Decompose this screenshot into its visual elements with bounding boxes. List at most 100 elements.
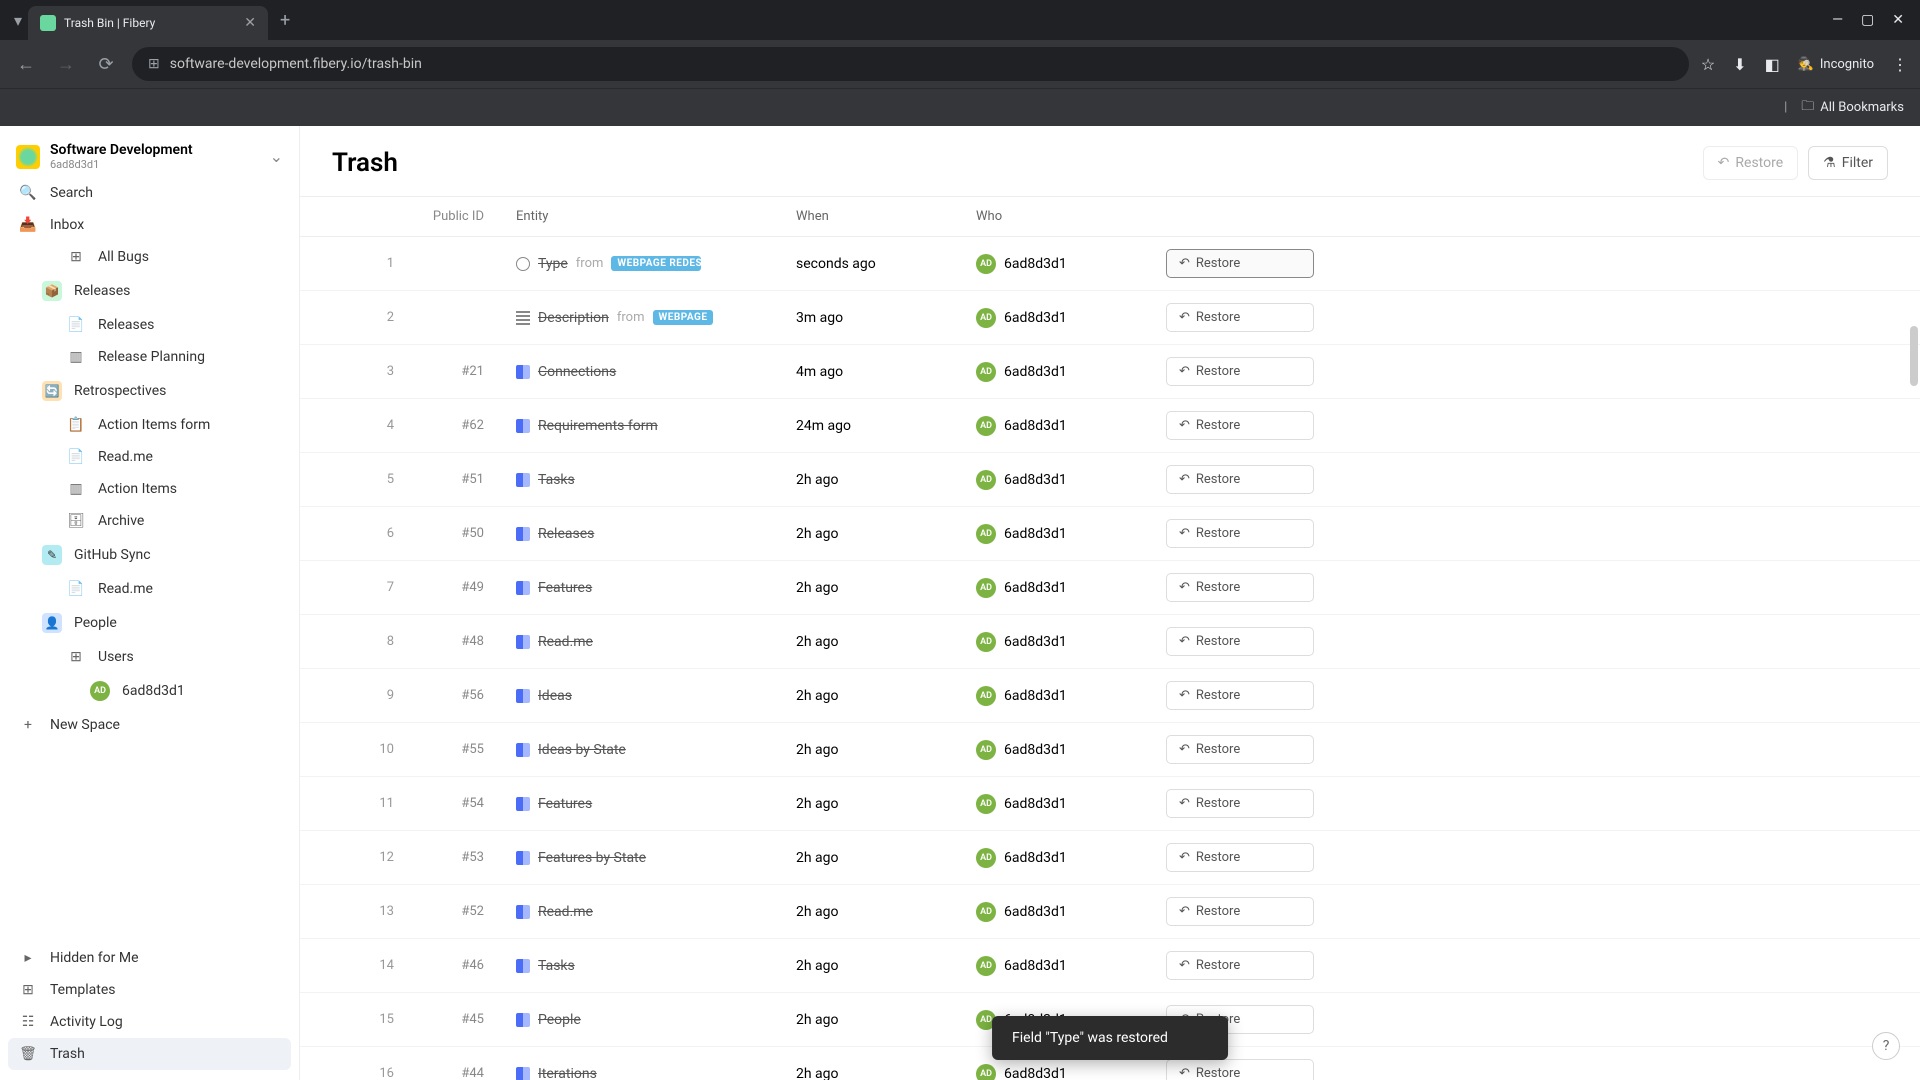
table-row[interactable]: 7 #49 Features 2h ago AD 6ad8d3d1 ↶ Rest… — [300, 561, 1920, 615]
restore-row-button[interactable]: ↶ Restore — [1166, 303, 1314, 332]
entity-type-icon — [516, 419, 530, 433]
sidebar-item-read.me[interactable]: 📄Read.me — [8, 573, 291, 605]
restore-row-button[interactable]: ↶ Restore — [1166, 627, 1314, 656]
restore-row-button[interactable]: ↶ Restore — [1166, 465, 1314, 494]
sidebar-item-read.me[interactable]: 📄Read.me — [8, 441, 291, 473]
col-public-id[interactable]: Public ID — [410, 197, 500, 236]
table-row[interactable]: 4 #62 Requirements form 24m ago AD 6ad8d… — [300, 399, 1920, 453]
tab-close-icon[interactable]: ✕ — [244, 15, 256, 31]
table-row[interactable]: 13 #52 Read.me 2h ago AD 6ad8d3d1 ↶ Rest… — [300, 885, 1920, 939]
sidebar-item-github-sync[interactable]: ✎GitHub Sync — [8, 537, 291, 573]
help-button[interactable]: ? — [1872, 1032, 1900, 1060]
restore-row-button[interactable]: ↶ Restore — [1166, 897, 1314, 926]
col-when[interactable]: When — [780, 197, 960, 236]
filter-button[interactable]: ⚗ Filter — [1808, 146, 1888, 180]
sidebar-templates[interactable]: ⊞ Templates — [8, 974, 291, 1006]
table-row[interactable]: 6 #50 Releases 2h ago AD 6ad8d3d1 ↶ Rest… — [300, 507, 1920, 561]
sidebar-hidden[interactable]: ▸ Hidden for Me — [8, 942, 291, 974]
sidebar-item-action-items[interactable]: ▥Action Items — [8, 473, 291, 505]
entity-type-icon — [516, 689, 530, 703]
minimize-icon[interactable]: — — [1832, 12, 1843, 28]
row-when: 3m ago — [780, 298, 960, 338]
sidebar-item-archive[interactable]: 🗄Archive — [8, 505, 291, 537]
entity-type-icon — [516, 635, 530, 649]
browser-tab[interactable]: Trash Bin | Fibery ✕ — [28, 6, 268, 40]
row-public-id: #49 — [410, 568, 500, 607]
sidebar-trash[interactable]: 🗑 Trash — [8, 1038, 291, 1070]
browser-menu-icon[interactable]: ⋮ — [1892, 55, 1908, 74]
table-row[interactable]: 12 #53 Features by State 2h ago AD 6ad8d… — [300, 831, 1920, 885]
restore-row-button[interactable]: ↶ Restore — [1166, 681, 1314, 710]
sidebar-item-6ad8d3d1[interactable]: AD6ad8d3d1 — [8, 673, 291, 709]
table-row[interactable]: 11 #54 Features 2h ago AD 6ad8d3d1 ↶ Res… — [300, 777, 1920, 831]
address-bar[interactable]: ⊞ software-development.fibery.io/trash-b… — [132, 47, 1689, 81]
row-public-id: #46 — [410, 946, 500, 985]
restore-row-button[interactable]: ↶ Restore — [1166, 249, 1314, 278]
chevron-down-icon[interactable]: ⌄ — [270, 147, 283, 166]
folder-icon: 🗀 — [1801, 97, 1814, 119]
restore-row-button[interactable]: ↶ Restore — [1166, 735, 1314, 764]
site-info-icon[interactable]: ⊞ — [148, 56, 160, 72]
table-row[interactable]: 2 Description from WEBPAGE 3m ago AD 6ad… — [300, 291, 1920, 345]
restore-row-button[interactable]: ↶ Restore — [1166, 843, 1314, 872]
maximize-icon[interactable]: ▢ — [1861, 12, 1874, 28]
restore-header-button[interactable]: ↶ Restore — [1703, 146, 1798, 180]
table-row[interactable]: 14 #46 Tasks 2h ago AD 6ad8d3d1 ↶ Restor… — [300, 939, 1920, 993]
all-bookmarks-button[interactable]: 🗀 All Bookmarks — [1801, 97, 1904, 119]
reload-button[interactable]: ⟳ — [92, 54, 120, 75]
restore-row-button[interactable]: ↶ Restore — [1166, 411, 1314, 440]
sidebar-item-people[interactable]: 👤People — [8, 605, 291, 641]
sidebar-new-space[interactable]: + New Space — [8, 709, 291, 741]
sidebar-search[interactable]: 🔍 Search — [8, 177, 291, 209]
workspace-switcher[interactable]: Software Development 6ad8d3d1 ⌄ — [8, 136, 291, 177]
restore-row-button[interactable]: ↶ Restore — [1166, 1059, 1314, 1080]
sidebar-item-release-planning[interactable]: ▥Release Planning — [8, 341, 291, 373]
downloads-icon[interactable]: ⬇ — [1733, 55, 1746, 74]
sidebar-item-releases[interactable]: 📄Releases — [8, 309, 291, 341]
restore-row-button[interactable]: ↶ Restore — [1166, 519, 1314, 548]
sidebar-item-users[interactable]: ⊞Users — [8, 641, 291, 673]
tab-search-dropdown[interactable]: ▾ — [8, 5, 28, 36]
form-icon: 📋 — [66, 417, 86, 433]
restore-row-button[interactable]: ↶ Restore — [1166, 951, 1314, 980]
table-row[interactable]: 8 #48 Read.me 2h ago AD 6ad8d3d1 ↶ Resto… — [300, 615, 1920, 669]
scrollbar[interactable] — [1910, 326, 1918, 826]
back-button[interactable]: ← — [12, 54, 40, 75]
sidebar-item-retrospectives[interactable]: 🔄Retrospectives — [8, 373, 291, 409]
new-tab-button[interactable]: + — [268, 4, 302, 37]
table-row[interactable]: 9 #56 Ideas 2h ago AD 6ad8d3d1 ↶ Restore — [300, 669, 1920, 723]
table-row[interactable]: 3 #21 Connections 4m ago AD 6ad8d3d1 ↶ R… — [300, 345, 1920, 399]
row-index: 9 — [360, 676, 410, 715]
user-name: 6ad8d3d1 — [1004, 418, 1067, 434]
row-public-id: #56 — [410, 676, 500, 715]
sidebar-item-releases[interactable]: 📦Releases — [8, 273, 291, 309]
row-when: 2h ago — [780, 676, 960, 716]
entity-type-icon — [516, 1013, 530, 1027]
entity-type-icon — [516, 905, 530, 919]
restore-row-button[interactable]: ↶ Restore — [1166, 573, 1314, 602]
table-row[interactable]: 10 #55 Ideas by State 2h ago AD 6ad8d3d1… — [300, 723, 1920, 777]
restore-row-button[interactable]: ↶ Restore — [1166, 357, 1314, 386]
archive-icon: 🗄 — [66, 513, 86, 529]
sidebar-activity-log[interactable]: ☷ Activity Log — [8, 1006, 291, 1038]
table-row[interactable]: 5 #51 Tasks 2h ago AD 6ad8d3d1 ↶ Restore — [300, 453, 1920, 507]
workspace-id: 6ad8d3d1 — [50, 158, 260, 171]
incognito-badge[interactable]: 🕵 Incognito — [1798, 57, 1874, 72]
row-public-id: #62 — [410, 406, 500, 445]
close-window-icon[interactable]: ✕ — [1892, 12, 1904, 28]
col-who[interactable]: Who — [960, 197, 1150, 236]
sidebar-inbox[interactable]: 📥 Inbox — [8, 209, 291, 241]
panel-icon[interactable]: ◧ — [1765, 55, 1780, 74]
restore-icon: ↶ — [1179, 310, 1190, 325]
scrollbar-thumb[interactable] — [1910, 326, 1918, 386]
entity-type-icon — [516, 797, 530, 811]
sidebar-item-all-bugs[interactable]: ⊞All Bugs — [8, 241, 291, 273]
restore-icon: ↶ — [1179, 526, 1190, 541]
col-entity[interactable]: Entity — [500, 197, 780, 236]
table-row[interactable]: 1 Type from WEBPAGE REDES seconds ago AD… — [300, 237, 1920, 291]
entity-name: Releases — [538, 526, 594, 542]
sidebar-item-action-items-form[interactable]: 📋Action Items form — [8, 409, 291, 441]
forward-button[interactable]: → — [52, 54, 80, 75]
restore-row-button[interactable]: ↶ Restore — [1166, 789, 1314, 818]
bookmark-star-icon[interactable]: ☆ — [1701, 55, 1715, 74]
